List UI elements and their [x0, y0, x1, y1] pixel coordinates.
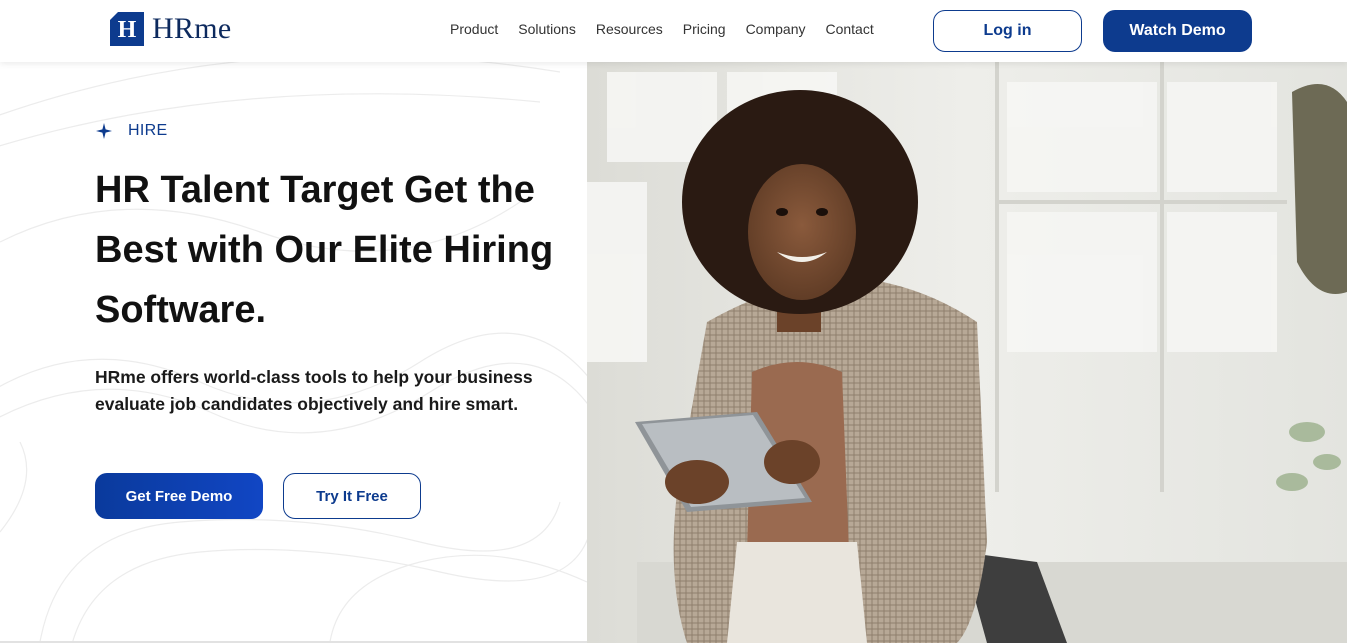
eyebrow: HIRE	[95, 122, 167, 140]
nav-item-contact[interactable]: Contact	[825, 21, 873, 37]
hero-headline: HR Talent Target Get the Best with Our E…	[95, 160, 585, 340]
nav-item-pricing[interactable]: Pricing	[683, 21, 726, 37]
woman-holding-tablet-photo	[587, 62, 1347, 643]
logo-mark-icon: H	[110, 12, 144, 46]
nav-item-company[interactable]: Company	[746, 21, 806, 37]
login-button[interactable]: Log in	[933, 10, 1082, 52]
eyebrow-text: HIRE	[128, 122, 168, 139]
nav-item-resources[interactable]: Resources	[596, 21, 663, 37]
sparkle-icon	[96, 123, 112, 139]
get-free-demo-button[interactable]: Get Free Demo	[95, 473, 263, 519]
nav-item-solutions[interactable]: Solutions	[518, 21, 576, 37]
headline-line: Software.	[95, 289, 267, 331]
site-header: H HRme Product Solutions Resources Prici…	[0, 0, 1347, 62]
watch-demo-button[interactable]: Watch Demo	[1103, 10, 1252, 52]
logo[interactable]: H HRme	[110, 12, 232, 46]
hero-content: HIRE HR Talent Target Get the Best with …	[0, 62, 587, 643]
background-pattern	[0, 62, 587, 643]
headline-line: Best with Our Elite Hiring	[95, 229, 554, 271]
try-it-free-button[interactable]: Try It Free	[283, 473, 421, 519]
hero-image	[587, 62, 1347, 643]
headline-line: HR Talent Target Get the	[95, 169, 535, 211]
main-nav: Product Solutions Resources Pricing Comp…	[450, 21, 874, 37]
logo-text: HRme	[152, 12, 232, 45]
hero-subtext: HRme offers world-class tools to help yo…	[95, 367, 533, 414]
nav-item-product[interactable]: Product	[450, 21, 498, 37]
